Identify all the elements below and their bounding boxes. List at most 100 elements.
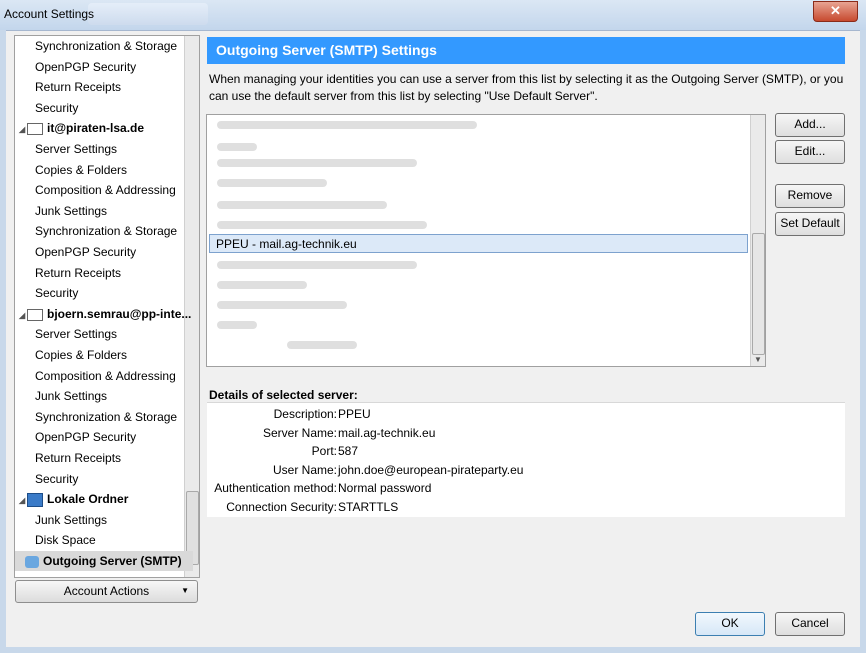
expand-arrow-icon[interactable]: ◢ bbox=[19, 491, 27, 511]
tree-item-label: Disk Space bbox=[35, 533, 96, 548]
tree-item-label: Copies & Folders bbox=[35, 162, 128, 177]
tree-item[interactable]: OpenPGP Security bbox=[15, 427, 136, 447]
tree-item[interactable]: Synchronization & Storage bbox=[15, 36, 177, 56]
tree-item-label: Server Settings bbox=[35, 142, 118, 156]
tree-item-label: Synchronization & Storage bbox=[35, 39, 178, 53]
tree-item[interactable]: Return Receipts bbox=[15, 263, 121, 283]
tree-account[interactable]: ◢ bjoern.semrau@pp-inte... bbox=[15, 304, 191, 324]
tree-item-label: Security bbox=[35, 471, 79, 486]
remove-button[interactable]: Remove bbox=[775, 184, 845, 208]
expand-arrow-icon[interactable]: ◢ bbox=[19, 306, 27, 326]
tree-item[interactable]: Junk Settings bbox=[15, 386, 107, 406]
close-button[interactable]: ✕ bbox=[813, 1, 858, 22]
details-row: Description: PPEU bbox=[207, 405, 845, 424]
tree-item[interactable]: Synchronization & Storage bbox=[15, 407, 177, 427]
edit-button[interactable]: Edit... bbox=[775, 140, 845, 164]
server-list-scrollbar[interactable]: ▼ bbox=[750, 115, 765, 366]
window-title: Account Settings bbox=[4, 7, 95, 21]
background-tab bbox=[88, 3, 208, 25]
scroll-down-icon[interactable]: ▼ bbox=[754, 355, 762, 364]
tree-item[interactable]: Server Settings bbox=[15, 139, 117, 159]
expand-arrow-icon[interactable]: ◢ bbox=[19, 120, 27, 140]
tree-item-label: Lokale Ordner bbox=[47, 492, 129, 507]
dropdown-arrow-icon: ▼ bbox=[181, 586, 189, 595]
tree-item-label: OpenPGP Security bbox=[35, 430, 137, 445]
tree-item-label: OpenPGP Security bbox=[35, 59, 137, 74]
envelope-icon bbox=[27, 123, 43, 136]
tree-item[interactable]: Security bbox=[15, 98, 78, 118]
window-frame-right bbox=[860, 30, 866, 653]
blurred-list-item[interactable] bbox=[287, 341, 357, 349]
add-button[interactable]: Add... bbox=[775, 113, 845, 137]
tree-item-label: Junk Settings bbox=[35, 389, 108, 404]
account-tree[interactable]: Synchronization & Storage OpenPGP Securit… bbox=[14, 35, 200, 578]
tree-item-label: Synchronization & Storage bbox=[35, 224, 178, 239]
details-row: Connection Security: STARTTLS bbox=[207, 498, 845, 517]
tree-item[interactable]: Composition & Addressing bbox=[15, 180, 176, 200]
account-actions-label: Account Actions bbox=[63, 584, 150, 598]
tree-item-label: Junk Settings bbox=[35, 203, 108, 218]
page-title: Outgoing Server (SMTP) Settings bbox=[207, 37, 845, 64]
blurred-list-item[interactable] bbox=[217, 261, 417, 269]
account-actions-button[interactable]: Account Actions ▼ bbox=[15, 580, 198, 603]
details-label: Description: bbox=[273, 407, 337, 421]
details-label: Port: bbox=[311, 444, 337, 459]
cancel-button[interactable]: Cancel bbox=[775, 612, 845, 636]
details-value: Normal password bbox=[338, 481, 432, 496]
server-list-scrollbar-thumb[interactable] bbox=[752, 233, 765, 355]
tree-item[interactable]: OpenPGP Security bbox=[15, 57, 136, 77]
blurred-list-item[interactable] bbox=[217, 301, 347, 309]
tree-item-label: Security bbox=[35, 100, 79, 115]
blurred-list-item[interactable] bbox=[217, 321, 257, 329]
tree-item-label: Composition & Addressing bbox=[35, 368, 176, 383]
tree-item[interactable]: Copies & Folders bbox=[15, 345, 127, 365]
tree-item-label: Outgoing Server (SMTP) bbox=[43, 554, 182, 568]
window-frame-bottom bbox=[0, 647, 866, 653]
blurred-list-item[interactable] bbox=[217, 121, 477, 129]
tree-account[interactable]: ◢ it@piraten-lsa.de bbox=[15, 118, 144, 138]
tree-item[interactable]: Synchronization & Storage bbox=[15, 221, 177, 241]
details-row: User Name: john.doe@european-pirateparty.… bbox=[207, 461, 845, 480]
tree-item[interactable]: Security bbox=[15, 283, 78, 303]
tree-item[interactable]: Junk Settings bbox=[15, 510, 107, 530]
details-row: Authentication method: Normal password bbox=[207, 479, 845, 498]
tree-item-label: Server Settings bbox=[35, 327, 118, 342]
blurred-list-item[interactable] bbox=[217, 281, 307, 289]
blurred-list-item[interactable] bbox=[217, 201, 387, 209]
tree-item[interactable]: Return Receipts bbox=[15, 448, 121, 468]
tree-item-label: Synchronization & Storage bbox=[35, 409, 178, 424]
page-description: When managing your identities you can us… bbox=[209, 72, 844, 103]
blurred-list-item[interactable] bbox=[217, 159, 417, 167]
blurred-list-item[interactable] bbox=[217, 179, 327, 187]
title-bar: Account Settings ✕ bbox=[0, 0, 866, 31]
tree-item-outgoing-server[interactable]: Outgoing Server (SMTP) bbox=[15, 551, 193, 571]
tree-item-label: OpenPGP Security bbox=[35, 245, 137, 259]
tree-item[interactable]: Disk Space bbox=[15, 530, 96, 550]
details-label: Connection Security: bbox=[226, 500, 337, 514]
blurred-list-item[interactable] bbox=[217, 143, 257, 151]
server-details: Description: PPEU Server Name: mail.ag-tech… bbox=[207, 402, 845, 517]
tree-item[interactable]: Copies & Folders bbox=[15, 160, 127, 180]
tree-item-label: Return Receipts bbox=[35, 451, 122, 465]
details-value: mail.ag-technik.eu bbox=[338, 425, 436, 440]
ok-button[interactable]: OK bbox=[695, 612, 765, 636]
blurred-list-item[interactable] bbox=[217, 221, 427, 229]
details-row: Server Name: mail.ag-technik.eu bbox=[207, 424, 845, 443]
tree-item[interactable]: Security bbox=[15, 469, 78, 489]
tree-item[interactable]: Server Settings bbox=[15, 324, 117, 344]
tree-item-label: Return Receipts bbox=[35, 265, 122, 280]
selected-server-row[interactable]: PPEU - mail.ag-technik.eu bbox=[209, 234, 748, 253]
tree-item[interactable]: Composition & Addressing bbox=[15, 366, 176, 386]
tree-item[interactable]: OpenPGP Security bbox=[15, 242, 136, 262]
smtp-server-list[interactable]: PPEU - mail.ag-technik.eu ▼ bbox=[206, 114, 766, 367]
details-label: Server Name: bbox=[262, 425, 337, 440]
tree-item[interactable]: Junk Settings bbox=[15, 201, 107, 221]
tree-item-label: it@piraten-lsa.de bbox=[47, 121, 145, 136]
tree-item-label: Junk Settings bbox=[35, 512, 108, 527]
details-value: PPEU bbox=[338, 407, 371, 421]
tree-item[interactable]: Return Receipts bbox=[15, 77, 121, 97]
details-value: 587 bbox=[338, 444, 359, 459]
tree-item-label: Composition & Addressing bbox=[35, 183, 176, 198]
tree-local-folders[interactable]: ◢ Lokale Ordner bbox=[15, 489, 128, 509]
set-default-button[interactable]: Set Default bbox=[775, 212, 845, 236]
